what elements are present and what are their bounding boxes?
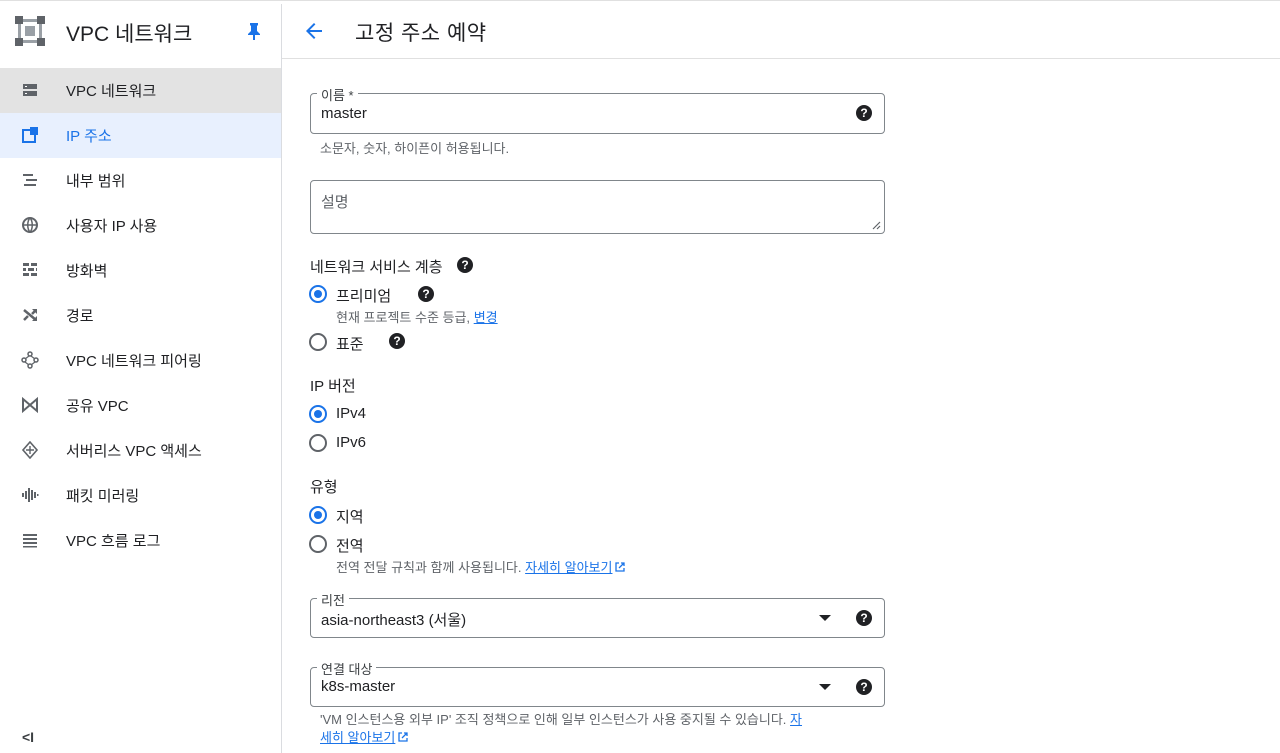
sidebar-item-byoip[interactable]: 사용자 IP 사용 (0, 203, 281, 248)
sidebar-title: VPC 네트워크 (66, 23, 193, 46)
premium-hint: 현재 프로젝트 수준 등급, 변경 (336, 307, 498, 326)
shared-vpc-icon (22, 396, 38, 414)
sidebar-item-peering[interactable]: VPC 네트워크 피어링 (0, 338, 281, 383)
sidebar-item-label: 공유 VPC (66, 398, 129, 415)
sidebar-item-label: 서버리스 VPC 액세스 (66, 443, 202, 460)
region-select[interactable]: 리전 asia-northeast3 (서울) ? (310, 590, 885, 638)
attached-to-hint: 'VM 인스턴스용 외부 IP' 조직 정책으로 인해 일부 인스턴스가 사용 … (320, 711, 860, 747)
sidebar-item-serverless[interactable]: 서버리스 VPC 액세스 (0, 428, 281, 473)
attached-to-hint-text: 'VM 인스턴스용 외부 IP' 조직 정책으로 인해 일부 인스턴스가 사용 … (320, 712, 787, 727)
attached-to-help-icon[interactable]: ? (856, 679, 872, 695)
name-input[interactable]: master (321, 105, 367, 122)
sidebar: VPC 네트워크 VPC 네트워크 IP 주소 내부 범위 사용자 IP 사용 … (0, 4, 282, 753)
sidebar-nav: VPC 네트워크 IP 주소 내부 범위 사용자 IP 사용 방화벽 경로 VP… (0, 68, 281, 563)
attached-to-select[interactable]: 연결 대상 k8s-master ? (310, 659, 885, 707)
ip-address-icon (22, 127, 38, 143)
regional-radio[interactable] (309, 506, 327, 524)
regional-label: 지역 (336, 509, 364, 526)
ipv6-radio[interactable] (309, 434, 327, 452)
ipv6-label: IPv6 (336, 434, 367, 451)
attached-learn-more-link-part1[interactable]: 자 (790, 712, 802, 727)
internal-range-icon (23, 174, 37, 186)
external-link-icon[interactable] (397, 731, 409, 743)
sidebar-item-label: 사용자 IP 사용 (66, 218, 158, 235)
learn-more-link[interactable]: 자세히 알아보기 (525, 560, 612, 575)
sidebar-item-ip-address[interactable]: IP 주소 (0, 113, 281, 158)
sidebar-item-label: IP 주소 (66, 128, 112, 145)
standard-help-icon[interactable]: ? (389, 333, 405, 349)
global-hint: 전역 전달 규칙과 함께 사용됩니다. 자세히 알아보기 (336, 557, 626, 576)
premium-help-icon[interactable]: ? (418, 286, 434, 302)
sidebar-item-packet-mirroring[interactable]: 패킷 미러링 (0, 473, 281, 518)
ipv4-radio[interactable] (309, 405, 327, 423)
page-header: 고정 주소 예약 (282, 4, 1280, 59)
type-title: 유형 (310, 479, 338, 496)
attached-learn-more-link-part2[interactable]: 세히 알아보기 (320, 730, 395, 745)
name-hint: 소문자, 숫자, 하이픈이 허용됩니다. (320, 141, 510, 156)
vpc-product-icon (15, 16, 45, 46)
global-label: 전역 (336, 538, 364, 555)
tier-help-icon[interactable]: ? (457, 257, 473, 273)
name-field[interactable]: 이름 * master ? (310, 85, 885, 134)
external-link-icon[interactable] (614, 561, 626, 573)
sidebar-item-vpc-network[interactable]: VPC 네트워크 (0, 68, 281, 113)
global-radio[interactable] (309, 535, 327, 553)
name-label: 이름 * (317, 85, 358, 104)
flow-logs-icon (23, 534, 37, 548)
sidebar-item-internal-range[interactable]: 내부 범위 (0, 158, 281, 203)
page-title: 고정 주소 예약 (355, 22, 487, 45)
firewall-icon (23, 263, 37, 276)
sidebar-item-flow-logs[interactable]: VPC 흐름 로그 (0, 518, 281, 563)
region-help-icon[interactable]: ? (856, 610, 872, 626)
resize-handle-icon[interactable] (871, 220, 881, 230)
sidebar-item-routes[interactable]: 경로 (0, 293, 281, 338)
vpc-network-icon (23, 84, 37, 96)
chevron-down-icon[interactable] (819, 615, 831, 621)
standard-radio[interactable] (309, 333, 327, 351)
packet-mirroring-icon (22, 488, 39, 502)
sidebar-item-label: VPC 흐름 로그 (66, 533, 161, 550)
sidebar-item-firewall[interactable]: 방화벽 (0, 248, 281, 293)
sidebar-item-label: VPC 네트워크 피어링 (66, 353, 202, 370)
sidebar-item-label: VPC 네트워크 (66, 83, 157, 100)
sidebar-item-shared-vpc[interactable]: 공유 VPC (0, 383, 281, 428)
attached-to-label: 연결 대상 (317, 659, 377, 678)
change-tier-link[interactable]: 변경 (474, 310, 498, 325)
region-label: 리전 (317, 590, 349, 609)
chevron-down-icon[interactable] (819, 684, 831, 690)
tier-title: 네트워크 서비스 계층 (310, 259, 443, 276)
attached-to-value: k8s-master (321, 678, 396, 695)
description-field[interactable]: 설명 (310, 180, 885, 234)
pin-icon[interactable] (246, 22, 262, 40)
standard-label: 표준 (336, 336, 364, 353)
sidebar-item-label: 내부 범위 (66, 173, 126, 190)
serverless-icon (21, 441, 39, 459)
ipv4-label: IPv4 (336, 405, 367, 422)
description-input[interactable]: 설명 (321, 191, 349, 212)
route-icon (23, 309, 37, 321)
premium-label: 프리미엄 (336, 288, 392, 305)
ip-version-title: IP 버전 (310, 378, 356, 395)
peering-icon (21, 351, 39, 369)
byoip-icon (22, 217, 38, 233)
back-arrow-icon[interactable] (302, 19, 326, 43)
sidebar-header: VPC 네트워크 (0, 4, 281, 59)
collapse-sidebar-button[interactable]: <I (22, 729, 34, 745)
premium-hint-text: 현재 프로젝트 수준 등급, (336, 310, 471, 325)
sidebar-item-label: 경로 (66, 308, 94, 325)
help-icon[interactable]: ? (856, 105, 872, 121)
region-value: asia-northeast3 (서울) (321, 612, 467, 629)
global-hint-text: 전역 전달 규칙과 함께 사용됩니다. (336, 560, 522, 575)
sidebar-item-label: 패킷 미러링 (66, 488, 140, 505)
premium-radio[interactable] (309, 285, 327, 303)
sidebar-item-label: 방화벽 (66, 263, 108, 280)
